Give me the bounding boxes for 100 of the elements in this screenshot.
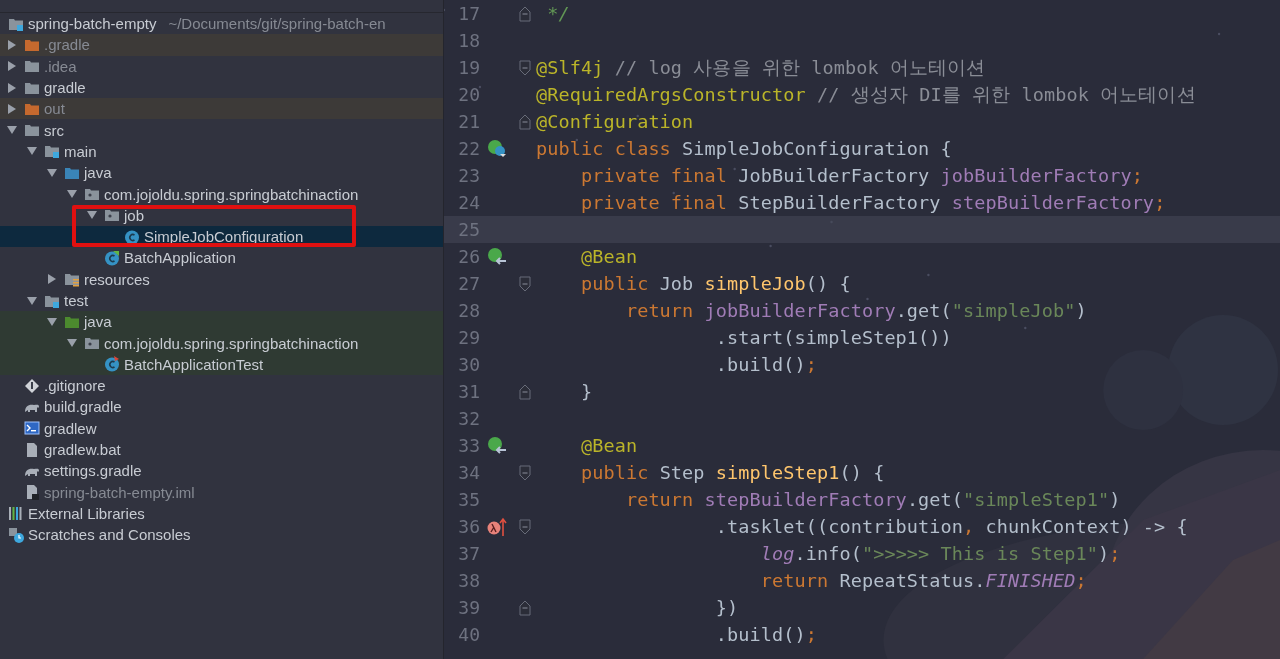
code-line: private final JobBuilderFactory jobBuilderFactory; [579,165,1143,186]
fold-start-icon[interactable] [519,275,531,292]
line-number: 38 [457,570,480,591]
tree-item[interactable]: job [0,204,443,226]
expanded-arrow-icon[interactable] [67,189,77,199]
tree-item[interactable]: External Libraries [0,502,443,525]
package-icon [84,186,100,202]
line-number: 35 [457,489,480,510]
line-number: 30 [457,354,480,375]
tree-item[interactable]: java [0,311,443,333]
tree-item[interactable]: java [0,162,443,184]
tree-item[interactable]: .gitignore [0,375,443,397]
tree-item-label: job [124,206,145,224]
line-number: 23 [457,165,480,186]
line-number: 33 [457,435,480,456]
folder-icon [24,122,40,139]
expanded-arrow-icon[interactable] [67,338,77,349]
tree-item[interactable]: BatchApplicationTest [0,353,443,376]
file-icon [24,441,40,458]
fold-start-icon[interactable] [519,464,531,481]
tree-item[interactable]: test [0,289,443,312]
fold-end-icon[interactable] [519,383,531,400]
tree-item-label: spring-batch-empty.iml [44,483,195,501]
tree-item[interactable]: BatchApplication [0,247,443,269]
collapsed-arrow-icon[interactable] [47,274,57,285]
tree-item[interactable]: gradle [0,76,443,99]
code-line: @Bean [579,435,638,456]
tree-item-label: resources [84,270,150,288]
tree-item-label: com.jojoldu.spring.springbatchinaction [104,185,359,203]
line-number: 40 [457,624,480,645]
fold-end-icon[interactable] [519,5,531,22]
bean-marker-icon[interactable] [487,246,507,267]
tree-item-label: src [44,121,64,139]
line-number: 20 [457,84,480,105]
line-number: 27 [457,273,480,294]
code-line: @Bean [579,246,638,267]
tree-item-label: gradlew.bat [44,441,121,459]
line-number: 21 [457,111,480,132]
collapsed-arrow-icon[interactable] [7,39,17,50]
collapsed-arrow-icon[interactable] [7,82,17,93]
line-number: 34 [457,462,480,483]
expanded-arrow-icon[interactable] [7,125,17,136]
expanded-arrow-icon[interactable] [27,146,37,157]
class-marker-icon[interactable] [487,138,507,159]
tree-item-label: BatchApplicationTest [124,355,264,373]
class-icon [124,228,140,245]
code-line: .build(); [714,354,817,375]
fold-start-icon[interactable] [519,59,531,76]
line-number: 28 [457,300,480,321]
expanded-arrow-icon[interactable] [47,316,57,327]
tree-item[interactable]: .idea [0,55,443,77]
clock-icon [8,526,24,543]
expanded-arrow-icon[interactable] [47,167,57,178]
tree-item-label: Scratches and Consoles [28,526,191,544]
lambda-marker-icon[interactable] [487,516,507,537]
line-number: 24 [457,192,480,213]
fold-end-icon[interactable] [519,113,531,130]
code-line: private final StepBuilderFactory stepBuilderFactory; [579,192,1166,213]
folder-icon [24,58,40,75]
tree-item-label: settings.gradle [44,462,142,480]
tree-item-label: build.gradle [44,398,122,416]
class-icon [104,249,120,266]
tree-item[interactable]: com.jojoldu.spring.springbatchinaction [0,332,443,354]
line-number: 36 [457,516,480,537]
code-line: log.info(">>>>> This is Step1"); [759,543,1121,564]
tree-item[interactable]: gradlew [0,417,443,439]
tree-item[interactable]: resources [0,268,443,290]
line-number: 31 [457,381,480,402]
code-line: } [579,381,593,402]
line-number: 18 [457,30,480,51]
code-line: public class SimpleJobConfiguration { [536,138,952,159]
fold-start-icon[interactable] [519,518,531,535]
expanded-arrow-icon[interactable] [27,295,37,306]
tree-item[interactable]: spring-batch-empty ~/Documents/git/spring-batch-en [0,13,443,35]
tree-item[interactable]: Scratches and Consoles [0,524,443,546]
collapsed-arrow-icon[interactable] [7,61,17,72]
package-icon [104,207,120,224]
code-line: @Slf4j // log 사용을 위한 lombok 어노테이션 [536,56,986,80]
diamond-icon [24,377,40,394]
tree-item[interactable]: build.gradle [0,396,443,418]
expanded-arrow-icon[interactable] [87,210,97,221]
tree-item[interactable]: settings.gradle [0,460,443,482]
collapsed-arrow-icon[interactable] [7,103,17,114]
line-number: 29 [457,327,480,348]
code-line: return RepeatStatus.FINISHED; [759,570,1087,591]
line-number: 22 [457,138,480,159]
class-icon [104,356,120,373]
tree-item[interactable]: gradlew.bat [0,438,443,461]
tree-item-label: com.jojoldu.spring.springbatchinaction [104,334,359,352]
tree-item[interactable]: main [0,140,443,163]
library-icon [8,505,24,522]
tree-item[interactable]: spring-batch-empty.iml [0,481,443,503]
fold-end-icon[interactable] [519,599,531,616]
file-icon [24,484,40,501]
tree-item[interactable]: com.jojoldu.spring.springbatchinaction [0,183,443,205]
tree-item[interactable]: src [0,119,443,141]
bean-marker-icon[interactable] [487,435,507,456]
code-line: return stepBuilderFactory.get("simpleStep1") [624,489,1121,510]
tree-item-label: .idea [44,57,77,75]
code-line: */ [546,3,570,24]
